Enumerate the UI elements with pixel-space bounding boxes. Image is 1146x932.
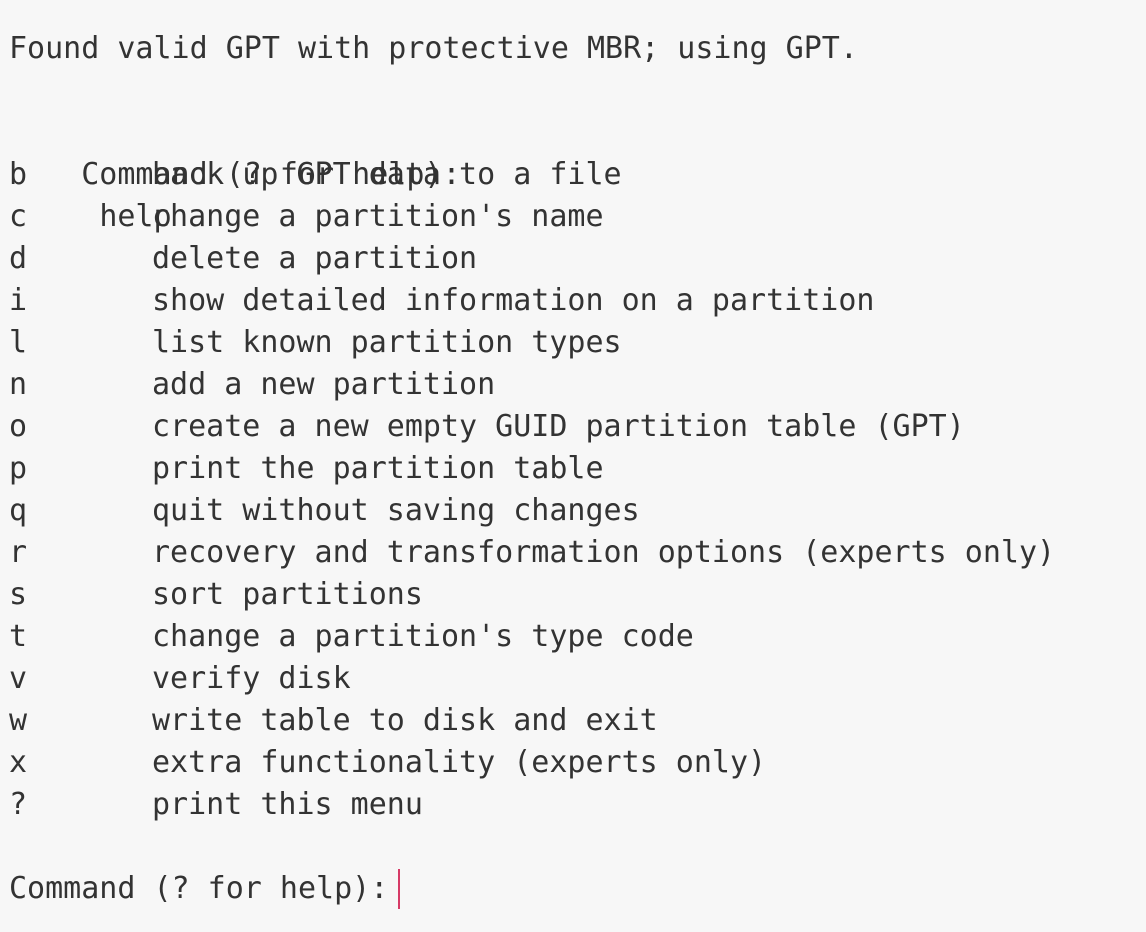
menu-description: delete a partition xyxy=(152,241,478,276)
menu-key: x xyxy=(9,745,28,780)
menu-item-o: o create a new empty GUID partition tabl… xyxy=(9,406,1146,448)
menu-key: l xyxy=(9,325,28,360)
menu-key: b xyxy=(9,157,28,192)
menu-item-t: t change a partition's type code xyxy=(9,616,1146,658)
menu-item-x: x extra functionality (experts only) xyxy=(9,742,1146,784)
menu-key: o xyxy=(9,409,28,444)
menu-description: recovery and transformation options (exp… xyxy=(152,535,1056,570)
active-command-line[interactable]: Command (? for help): xyxy=(9,868,1146,910)
menu-description: change a partition's type code xyxy=(152,619,694,654)
menu-description: verify disk xyxy=(152,661,351,696)
menu-key: r xyxy=(9,535,28,570)
menu-item-n: n add a new partition xyxy=(9,364,1146,406)
menu-description: change a partition's name xyxy=(152,199,604,234)
menu-description: sort partitions xyxy=(152,577,423,612)
terminal-output[interactable]: Found valid GPT with protective MBR; usi… xyxy=(0,0,1146,932)
menu-item-l: l list known partition types xyxy=(9,322,1146,364)
menu-description: back up GPT data to a file xyxy=(152,157,622,192)
first-command-line: Command (? for help): help xyxy=(9,112,1146,234)
menu-key: t xyxy=(9,619,28,654)
menu-description: extra functionality (experts only) xyxy=(152,745,767,780)
menu-description: quit without saving changes xyxy=(152,493,640,528)
menu-item-d: d delete a partition xyxy=(9,238,1146,280)
menu-item-help: ? print this menu xyxy=(9,784,1146,826)
menu-description: list known partition types xyxy=(152,325,622,360)
menu-key: i xyxy=(9,283,28,318)
menu-item-v: v verify disk xyxy=(9,658,1146,700)
menu-key: ? xyxy=(9,787,28,822)
menu-description: print the partition table xyxy=(152,451,604,486)
menu-item-b: b back up GPT data to a file xyxy=(9,154,1146,196)
menu-description: write table to disk and exit xyxy=(152,703,658,738)
menu-item-w: w write table to disk and exit xyxy=(9,700,1146,742)
menu-item-r: r recovery and transformation options (e… xyxy=(9,532,1146,574)
menu-item-q: q quit without saving changes xyxy=(9,490,1146,532)
menu-key: v xyxy=(9,661,28,696)
menu-item-p: p print the partition table xyxy=(9,448,1146,490)
menu-description: print this menu xyxy=(152,787,423,822)
menu-description: add a new partition xyxy=(152,367,496,402)
menu-description: show detailed information on a partition xyxy=(152,283,875,318)
intro-message: Found valid GPT with protective MBR; usi… xyxy=(9,31,858,66)
menu-key: d xyxy=(9,241,28,276)
menu-item-i: i show detailed information on a partiti… xyxy=(9,280,1146,322)
command-prompt: Command (? for help): xyxy=(9,871,389,906)
text-cursor xyxy=(398,869,401,909)
menu-description: create a new empty GUID partition table … xyxy=(152,409,965,444)
menu-key: p xyxy=(9,451,28,486)
menu-key: n xyxy=(9,367,28,402)
menu-key: w xyxy=(9,703,28,738)
menu-key: c xyxy=(9,199,28,234)
menu-item-c: c change a partition's name xyxy=(9,196,1146,238)
menu-item-s: s sort partitions xyxy=(9,574,1146,616)
menu-key: s xyxy=(9,577,28,612)
menu-key: q xyxy=(9,493,28,528)
